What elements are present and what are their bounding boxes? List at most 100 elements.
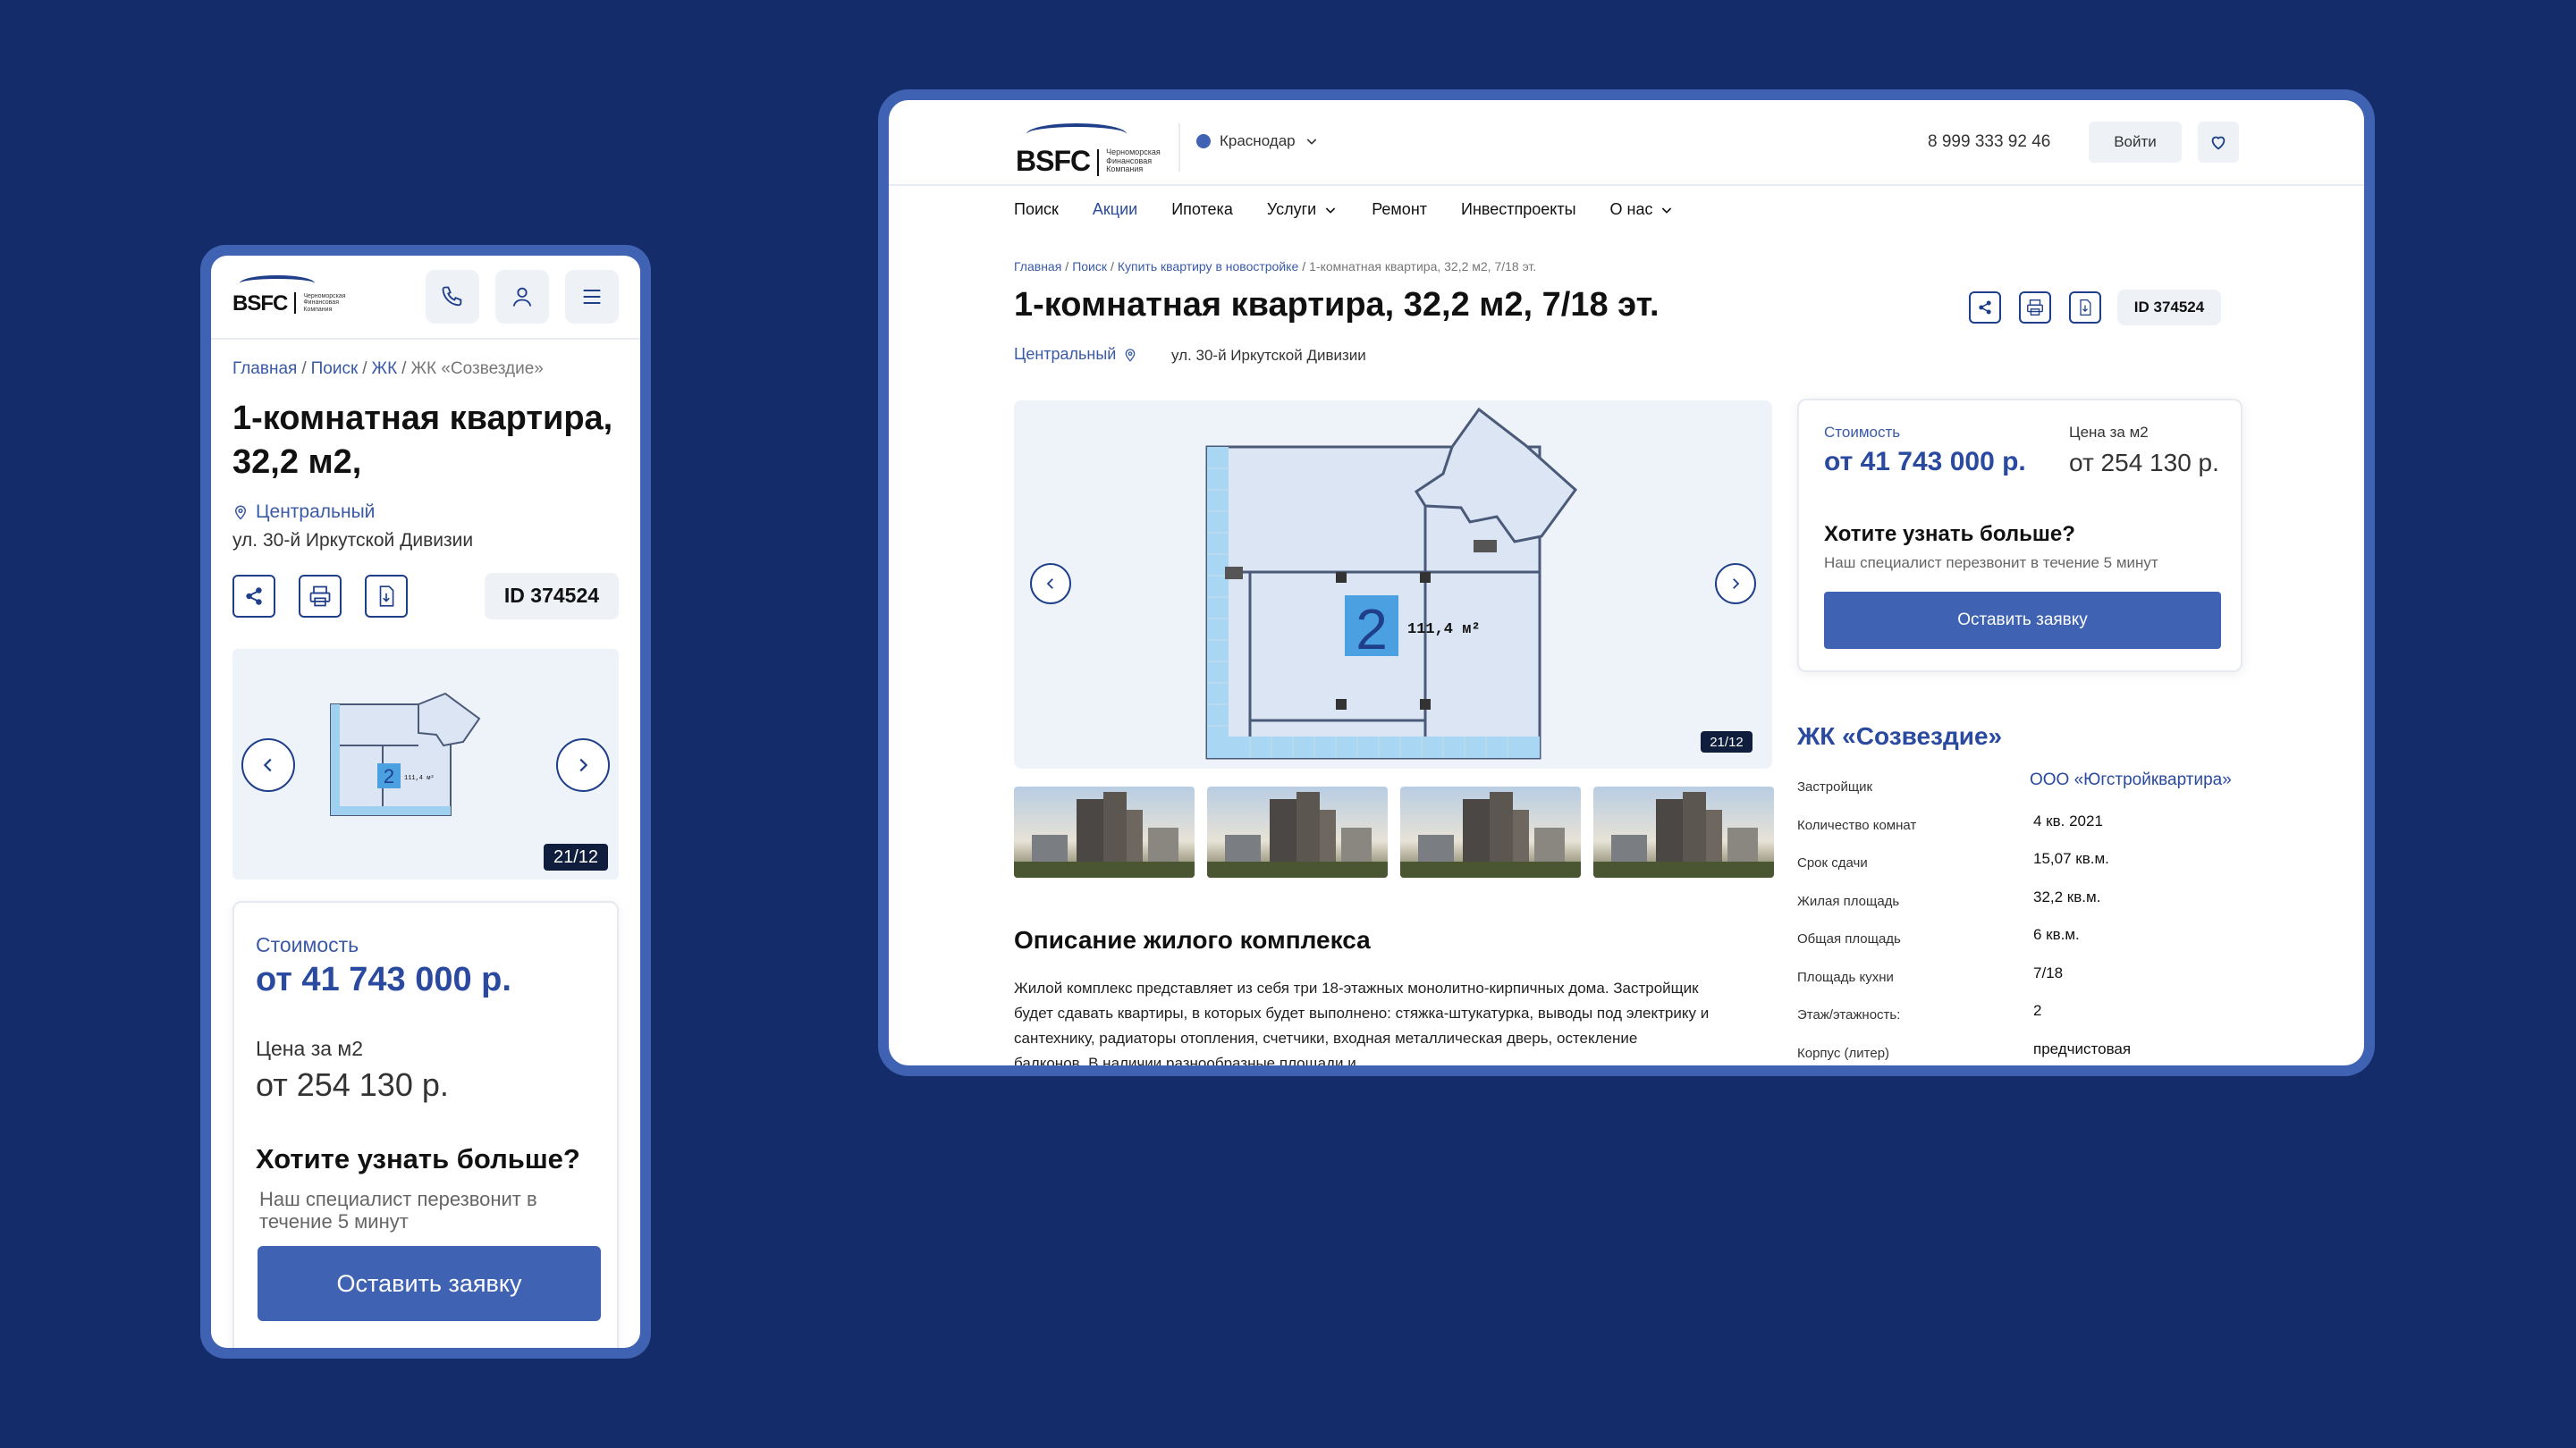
download-document-icon	[2080, 299, 2091, 316]
floor-plan-gallery[interactable]: 2 111,4 м² 21/12	[232, 649, 619, 880]
login-button[interactable]: Войти	[2089, 122, 2182, 163]
logo-wave-icon	[240, 275, 315, 291]
submit-request-button[interactable]: Оставить заявку	[258, 1246, 601, 1321]
menu-button[interactable]	[565, 270, 619, 324]
share-icon	[246, 587, 262, 605]
share-button[interactable]	[1969, 291, 2001, 324]
submit-request-button[interactable]: Оставить заявку	[1824, 592, 2221, 649]
callback-subtitle: Наш специалист перезвонит в течение 5 ми…	[259, 1188, 537, 1233]
mobile-device-frame: BSFC Черноморская Финансовая Компания Гл…	[200, 245, 651, 1359]
callback-subtitle: Наш специалист перезвонит в течение 5 ми…	[1824, 554, 2158, 571]
logo-mark: BSFC	[232, 275, 315, 316]
gallery-prev-button[interactable]	[1030, 563, 1071, 604]
breadcrumb-home[interactable]: Главная	[232, 359, 297, 378]
gallery-next-button[interactable]	[556, 738, 610, 792]
spec-row: Корпус (литер) предчистовая	[1797, 1040, 2132, 1061]
description-text: Жилой комплекс представляет из себя три …	[1014, 980, 1710, 1065]
svg-text:111,4 м²: 111,4 м²	[404, 775, 435, 782]
breadcrumb-home[interactable]: Главная	[1014, 259, 1061, 274]
gallery-thumbnail[interactable]	[1014, 787, 1195, 878]
gallery-thumbnail[interactable]	[1400, 787, 1581, 878]
gallery-thumbnails	[1014, 787, 1774, 878]
price-card: Стоимость от 41 743 000 р. Цена за м2 от…	[232, 901, 619, 1348]
logo[interactable]: BSFC Черноморская Финансовая Компания	[232, 275, 357, 316]
chevron-down-icon	[1306, 139, 1316, 145]
phone-number[interactable]: 8 999 333 92 46	[1928, 132, 2050, 152]
breadcrumb-complexes[interactable]: ЖК	[372, 359, 398, 378]
print-button[interactable]	[299, 574, 342, 618]
price-per-m2-label: Цена за м2	[256, 1037, 364, 1060]
svg-text:2: 2	[384, 765, 394, 787]
download-button[interactable]	[2069, 291, 2101, 324]
cost-label: Стоимость	[1824, 424, 1901, 441]
complex-title[interactable]: ЖК «Созвездие»	[1797, 722, 2002, 751]
city-selector[interactable]: Краснодар	[1196, 132, 1319, 150]
download-button[interactable]	[365, 574, 408, 618]
page-title: 1-комнатная квартира, 32,2 м2,	[232, 400, 613, 482]
breadcrumb-current: ЖК «Созвездие»	[410, 359, 544, 378]
breadcrumb-search[interactable]: Поиск	[311, 359, 359, 378]
breadcrumb-buy-new[interactable]: Купить квартиру в новостройке	[1118, 259, 1298, 274]
callback-heading: Хотите узнать больше?	[1824, 522, 2075, 546]
action-bar	[1969, 291, 2101, 324]
breadcrumb-search[interactable]: Поиск	[1072, 259, 1107, 274]
cost-value: от 41 743 000 р.	[256, 961, 511, 998]
gallery-next-button[interactable]	[1715, 563, 1756, 604]
gallery-prev-button[interactable]	[241, 738, 295, 792]
nav-item-promotions[interactable]: Акции	[1093, 200, 1137, 219]
spec-row: Срок сдачи 15,07 кв.м.	[1797, 850, 2109, 871]
nav-item-search[interactable]: Поиск	[1014, 200, 1059, 219]
complex-specs: Застройщик ООО «Югстройквартира» Количест…	[1797, 769, 2262, 1065]
chevron-right-icon	[1733, 578, 1740, 589]
nav-item-about[interactable]: О нас	[1610, 200, 1675, 219]
nav-item-renovation[interactable]: Ремонт	[1372, 200, 1427, 219]
floor-plan-image: 2 111,4 м²	[330, 692, 481, 816]
logo[interactable]: BSFC Черноморская Финансовая Компания	[1016, 113, 1178, 178]
district-link[interactable]: Центральный	[1014, 345, 1137, 364]
mobile-header: BSFC Черноморская Финансовая Компания	[211, 256, 640, 340]
breadcrumb: Главная / Поиск / Купить квартиру в новостро…	[1014, 259, 1537, 274]
phone-icon	[442, 286, 462, 307]
listing-id: ID 374524	[485, 572, 619, 619]
profile-button[interactable]	[495, 270, 549, 324]
callback-heading: Хотите узнать больше?	[256, 1143, 580, 1174]
spec-row: Общая площадь 6 кв.м.	[1797, 926, 2080, 947]
spec-row: Жилая площадь 32,2 кв.м.	[1797, 888, 2101, 909]
description-title: Описание жилого комплекса	[1014, 926, 1371, 954]
spec-row: Застройщик ООО «Югстройквартира»	[1797, 770, 2232, 795]
logo-subtitle: Черноморская Финансовая Компания	[1106, 147, 1161, 174]
user-icon	[512, 287, 532, 307]
share-button[interactable]	[232, 574, 275, 618]
developer-link[interactable]: ООО «Югстройквартира»	[2030, 770, 2232, 790]
chevron-down-icon	[1662, 206, 1672, 214]
nav-item-investments[interactable]: Инвестпроекты	[1461, 200, 1576, 219]
gallery-thumbnail[interactable]	[1207, 787, 1388, 878]
chevron-right-icon	[579, 758, 588, 772]
district-link[interactable]: Центральный	[211, 485, 640, 523]
cost-value: от 41 743 000 р.	[1824, 447, 2026, 476]
print-button[interactable]	[2019, 291, 2051, 324]
main-nav: Поиск Акции Ипотека Услуги Ремонт Инвест…	[1014, 200, 1674, 219]
printer-icon	[2027, 299, 2043, 316]
price-per-m2-value: от 254 130 р.	[256, 1066, 449, 1103]
action-bar: ID 374524	[211, 551, 640, 619]
floor-plan-gallery[interactable]: 2 111,4 м² 21/12	[1014, 400, 1772, 769]
nav-item-services[interactable]: Услуги	[1267, 200, 1338, 219]
spec-row: Этаж/этажность: 2	[1797, 1002, 2042, 1023]
heart-icon	[2211, 136, 2225, 150]
cost-label: Стоимость	[256, 933, 359, 956]
gallery-thumbnail[interactable]	[1593, 787, 1774, 878]
logo-mark: BSFC	[1016, 123, 1127, 178]
chevron-down-icon	[1325, 206, 1336, 214]
favorites-button[interactable]	[2198, 122, 2239, 163]
gallery-counter: 21/12	[544, 844, 608, 871]
nav-item-mortgage[interactable]: Ипотека	[1171, 200, 1233, 219]
gallery-counter: 21/12	[1701, 731, 1753, 753]
phone-button[interactable]	[426, 270, 479, 324]
address: ул. 30-й Иркутской Дивизии	[232, 529, 474, 551]
logo-wave-icon	[1026, 123, 1127, 145]
download-document-icon	[379, 585, 394, 607]
desktop-header: BSFC Черноморская Финансовая Компания Кр…	[889, 100, 2364, 186]
price-per-m2-value: от 254 130 р.	[2069, 449, 2219, 476]
price-card: Стоимость от 41 743 000 р. Цена за м2 от…	[1797, 399, 2242, 672]
